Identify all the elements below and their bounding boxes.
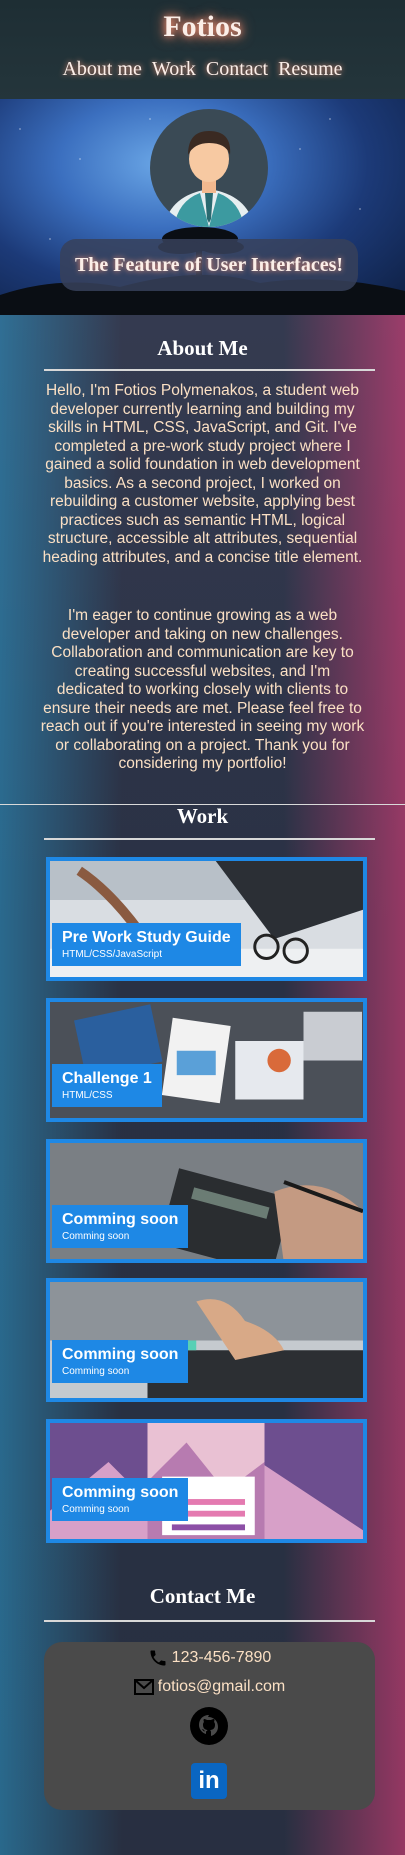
about-paragraph-1: Hello, I'm Fotios Polymenakos, a student… (42, 382, 363, 566)
work-card-coming-soon-3[interactable]: Comming soon Comming soon (46, 1419, 367, 1543)
contact-title: Contact Me (149, 1584, 256, 1608)
card-subtitle: HTML/CSS (62, 1090, 113, 1101)
work-title-rule (44, 838, 375, 840)
card-label: Comming soon Comming soon (52, 1205, 189, 1248)
about-paragraph-2: I'm eager to continue growing as a web d… (40, 607, 365, 772)
card-subtitle: HTML/CSS/JavaScript (62, 949, 163, 960)
card-label: Comming soon Comming soon (52, 1478, 189, 1521)
card-label: Pre Work Study Guide HTML/CSS/JavaScript (52, 923, 241, 966)
github-icon[interactable] (189, 1706, 229, 1746)
hero-banner: The Feature of User Interfaces! (0, 99, 405, 315)
work-card-pre-work[interactable]: Pre Work Study Guide HTML/CSS/JavaScript (46, 857, 367, 981)
phone-number: 123-456-7890 (171, 1649, 272, 1666)
card-label: Challenge 1 HTML/CSS (52, 1064, 162, 1107)
work-card-challenge-1[interactable]: Challenge 1 HTML/CSS (46, 998, 367, 1122)
email-row[interactable]: fotios@gmail.com (44, 1678, 375, 1696)
avatar (150, 109, 268, 227)
phone-row[interactable]: 123-456-7890 (44, 1648, 375, 1668)
nav-resume[interactable]: Resume (278, 58, 342, 81)
tagline-box: The Feature of User Interfaces! (60, 239, 358, 291)
card-title: Pre Work Study Guide (62, 929, 231, 946)
card-subtitle: Comming soon (62, 1366, 130, 1377)
nav-work[interactable]: Work (152, 58, 196, 81)
hero-tagline: The Feature of User Interfaces! (74, 253, 344, 276)
card-subtitle: Comming soon (62, 1504, 130, 1515)
phone-icon (150, 1650, 166, 1666)
main-nav: About me Work Contact Resume (0, 58, 405, 81)
card-title: Comming soon (62, 1484, 179, 1501)
about-title-rule (44, 369, 375, 371)
card-title: Comming soon (62, 1346, 179, 1363)
about-title: About Me (157, 336, 248, 360)
card-title: Comming soon (62, 1211, 179, 1228)
work-card-coming-soon-1[interactable]: Comming soon Comming soon (46, 1139, 367, 1263)
contact-card: 123-456-7890 fotios@gmail.com in (44, 1642, 375, 1810)
work-title: Work (176, 804, 229, 828)
nav-contact[interactable]: Contact (206, 58, 268, 81)
nav-about-me[interactable]: About me (62, 58, 141, 81)
site-header: Fotios About me Work Contact Resume (0, 0, 405, 99)
work-card-coming-soon-2[interactable]: Comming soon Comming soon (46, 1278, 367, 1402)
mail-icon (133, 1679, 154, 1695)
email-address: fotios@gmail.com (157, 1678, 286, 1695)
card-label: Comming soon Comming soon (52, 1340, 189, 1383)
contact-title-rule (44, 1620, 375, 1622)
site-title[interactable]: Fotios (0, 10, 405, 44)
linkedin-icon[interactable]: in (191, 1763, 227, 1799)
card-subtitle: Comming soon (62, 1231, 130, 1242)
card-title: Challenge 1 (62, 1070, 152, 1087)
